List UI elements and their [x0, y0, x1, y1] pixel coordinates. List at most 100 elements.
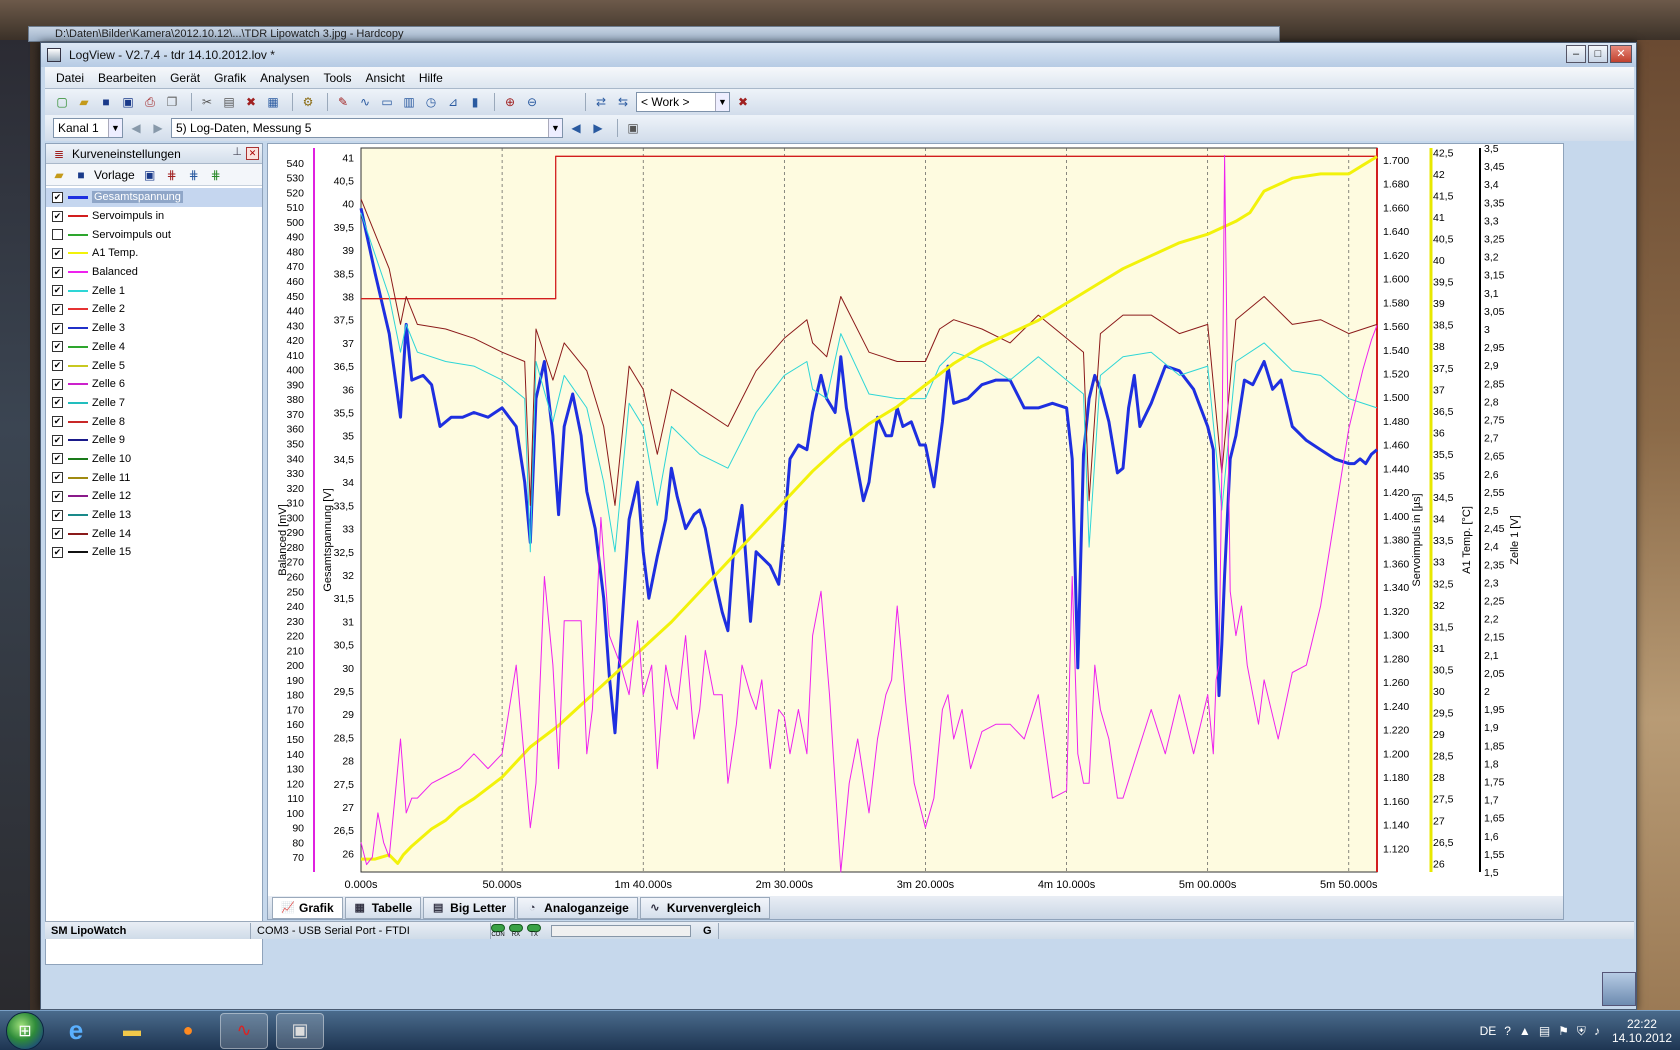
curve-checkbox[interactable]: ✔ [52, 528, 63, 540]
ie-icon[interactable]: e [52, 1013, 100, 1049]
menu-grafik[interactable]: Grafik [207, 68, 253, 88]
curve-checkbox[interactable]: ✔ [52, 285, 63, 297]
save-icon[interactable]: ■ [97, 93, 115, 111]
curve-item[interactable]: ✔ Zelle 15 [46, 543, 262, 562]
chart[interactable]: 0.000s 50.000s 1m 40.000s 2m 30.000s 3m 20.0… [268, 144, 1563, 896]
log-select[interactable]: 5) Log-Daten, Messung 5 ▼ [171, 118, 563, 138]
copy-icon[interactable]: ❐ [163, 93, 181, 111]
table-icon[interactable]: ▦ [264, 93, 282, 111]
curve-item[interactable]: ✔ Zelle 9 [46, 431, 262, 450]
curve-checkbox[interactable]: ✔ [52, 341, 63, 353]
save-template-icon[interactable]: ▣ [141, 166, 159, 184]
curve-style-icon[interactable]: ⋕ [185, 166, 203, 184]
device-task-icon[interactable]: ▣ [276, 1012, 324, 1049]
open-folder-icon[interactable]: ▰ [75, 93, 93, 111]
tab-grafik[interactable]: 📈 Grafik [272, 896, 343, 919]
curve-checkbox[interactable]: ✔ [52, 247, 63, 259]
curve-checkbox[interactable]: ✔ [52, 546, 63, 558]
curve-checkbox[interactable]: ✔ [52, 397, 63, 409]
start-button[interactable]: ⊞ [6, 1011, 44, 1050]
explorer-icon[interactable]: ▬ [108, 1013, 156, 1049]
next-log-icon[interactable]: ▶ [589, 119, 607, 137]
curve-item[interactable]: ✔ Zelle 1 [46, 281, 262, 300]
zoom-out-icon[interactable]: ⊖ [523, 93, 541, 111]
menu-hilfe[interactable]: Hilfe [412, 68, 450, 88]
delete-icon[interactable]: ✖ [242, 93, 260, 111]
marker-icon[interactable]: ⊿ [444, 93, 462, 111]
clock[interactable]: 22:22 14.10.2012 [1612, 1017, 1672, 1045]
tray-arrow-icon[interactable]: ▲ [1519, 1024, 1531, 1038]
curve-item[interactable]: ✔ Zelle 12 [46, 487, 262, 506]
menu-tools[interactable]: Tools [316, 68, 358, 88]
device-icon[interactable]: ⚙ [299, 93, 317, 111]
workspace-delete-icon[interactable]: ✖ [734, 93, 752, 111]
cut-icon[interactable]: ✂ [198, 93, 216, 111]
plot-area[interactable]: 0.000s 50.000s 1m 40.000s 2m 30.000s 3m 20.0… [267, 143, 1564, 915]
grid-icon[interactable]: ▥ [400, 93, 418, 111]
curve-item[interactable]: ✔ Zelle 8 [46, 412, 262, 431]
close-icon[interactable]: ✕ [246, 147, 259, 160]
network-icon[interactable]: ▤ [1539, 1024, 1550, 1038]
curve-checkbox[interactable]: ✔ [52, 322, 63, 334]
curve-item[interactable]: ✔ Zelle 2 [46, 300, 262, 319]
curve-checkbox[interactable] [52, 229, 63, 241]
maximize-button[interactable]: □ [1588, 45, 1608, 63]
menu-datei[interactable]: Datei [49, 68, 91, 88]
menu-bearbeiten[interactable]: Bearbeiten [91, 68, 163, 88]
minimize-button[interactable]: – [1566, 45, 1586, 63]
prev-log-icon[interactable]: ◀ [567, 119, 585, 137]
close-button[interactable]: ✕ [1610, 45, 1632, 63]
menu-geraet[interactable]: Gerät [163, 68, 207, 88]
curve-checkbox[interactable]: ✔ [52, 472, 63, 484]
tab-kurvenvergleich[interactable]: ∿ Kurvenvergleich [639, 896, 770, 919]
curve-checkbox[interactable]: ✔ [52, 453, 63, 465]
chevron-down-icon[interactable]: ▼ [715, 93, 729, 111]
curve-checkbox[interactable]: ✔ [52, 434, 63, 446]
curve-reset-icon[interactable]: ⋕ [207, 166, 225, 184]
save-icon[interactable]: ■ [72, 166, 90, 184]
curve-item[interactable]: ✔ Zelle 6 [46, 375, 262, 394]
window-icon[interactable]: ▭ [378, 93, 396, 111]
pin-icon[interactable]: ⊥ [232, 147, 242, 158]
curve-item[interactable]: ✔ Gesamtspannung [46, 188, 262, 207]
vorlage-button[interactable]: Vorlage [94, 168, 135, 182]
curve-item[interactable]: ✔ Zelle 11 [46, 468, 262, 487]
work-select[interactable]: < Work > ▼ [636, 92, 730, 112]
curve-item[interactable]: ✔ Zelle 7 [46, 394, 262, 413]
title-bar[interactable]: LogView - V2.7.4 - tdr 14.10.2012.lov * … [41, 43, 1636, 67]
open-folder-icon[interactable]: ▰ [50, 166, 68, 184]
menu-ansicht[interactable]: Ansicht [358, 68, 411, 88]
logview-task-icon[interactable]: ∿ [220, 1012, 268, 1049]
curve-checkbox[interactable]: ✔ [52, 378, 63, 390]
curve-checkbox[interactable]: ✔ [52, 266, 63, 278]
curve-checkbox[interactable]: ✔ [52, 303, 63, 315]
show-desktop-button[interactable] [1602, 972, 1636, 1006]
new-file-icon[interactable]: ▢ [53, 93, 71, 111]
zoom-in-icon[interactable]: ⊕ [501, 93, 519, 111]
curve-checkbox[interactable]: ✔ [52, 490, 63, 502]
curve-item[interactable]: ✔ Zelle 14 [46, 524, 262, 543]
help-icon[interactable]: ? [1504, 1024, 1511, 1038]
curve-item[interactable]: ✔ Zelle 5 [46, 356, 262, 375]
paste-icon[interactable]: ▤ [220, 93, 238, 111]
volume-icon[interactable]: ♪ [1594, 1024, 1600, 1038]
flag-icon[interactable]: ⚑ [1558, 1024, 1569, 1038]
firefox-icon[interactable]: ● [164, 1013, 212, 1049]
curve-item[interactable]: ✔ A1 Temp. [46, 244, 262, 263]
curve-item[interactable]: ✔ Zelle 3 [46, 319, 262, 338]
channel-select[interactable]: Kanal 1 ▼ [53, 118, 123, 138]
curve-item[interactable]: Servoimpuls out [46, 225, 262, 244]
curve-checkbox[interactable]: ✔ [52, 509, 63, 521]
next-channel-icon[interactable]: ▶ [149, 119, 167, 137]
print-icon[interactable]: ⎙ [141, 93, 159, 111]
curve-checkbox[interactable]: ✔ [52, 416, 63, 428]
prev-channel-icon[interactable]: ◀ [127, 119, 145, 137]
background-window-title[interactable]: D:\Daten\Bilder\Kamera\2012.10.12\...\TD… [28, 26, 1280, 42]
curve-item[interactable]: ✔ Zelle 4 [46, 338, 262, 357]
chevron-down-icon[interactable]: ▼ [108, 119, 122, 137]
curve-item[interactable]: ✔ Zelle 13 [46, 506, 262, 525]
curve-checkbox[interactable]: ✔ [52, 210, 63, 222]
language-indicator[interactable]: DE [1480, 1024, 1497, 1038]
bar-chart-icon[interactable]: ▮ [466, 93, 484, 111]
curve-item[interactable]: ✔ Zelle 10 [46, 450, 262, 469]
